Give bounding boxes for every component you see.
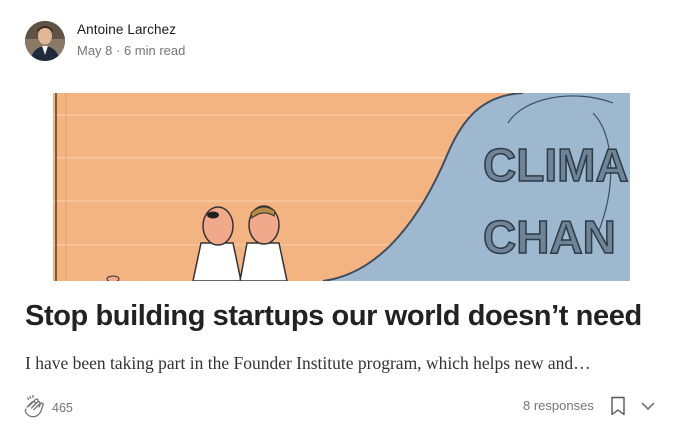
author-avatar[interactable] (25, 21, 65, 61)
hero-image[interactable]: CLIMA CHAN (53, 93, 630, 281)
responses-link[interactable]: 8 responses (523, 398, 594, 413)
hero-sign-line1: CLIMA (483, 139, 629, 191)
post-excerpt[interactable]: I have been taking part in the Founder I… (25, 353, 655, 374)
bookmark-icon[interactable] (609, 396, 627, 416)
author-name[interactable]: Antoine Larchez (77, 22, 176, 37)
clap-count: 465 (52, 401, 73, 415)
post-card[interactable]: Antoine Larchez May 8 · 6 min read CLIMA… (0, 0, 677, 440)
post-title[interactable]: Stop building startups our world doesn’t… (25, 300, 665, 333)
clap-icon[interactable] (21, 394, 47, 420)
chevron-down-icon[interactable] (639, 397, 657, 415)
hero-sign-line2: CHAN (483, 211, 616, 263)
post-meta: May 8 · 6 min read (77, 43, 186, 58)
